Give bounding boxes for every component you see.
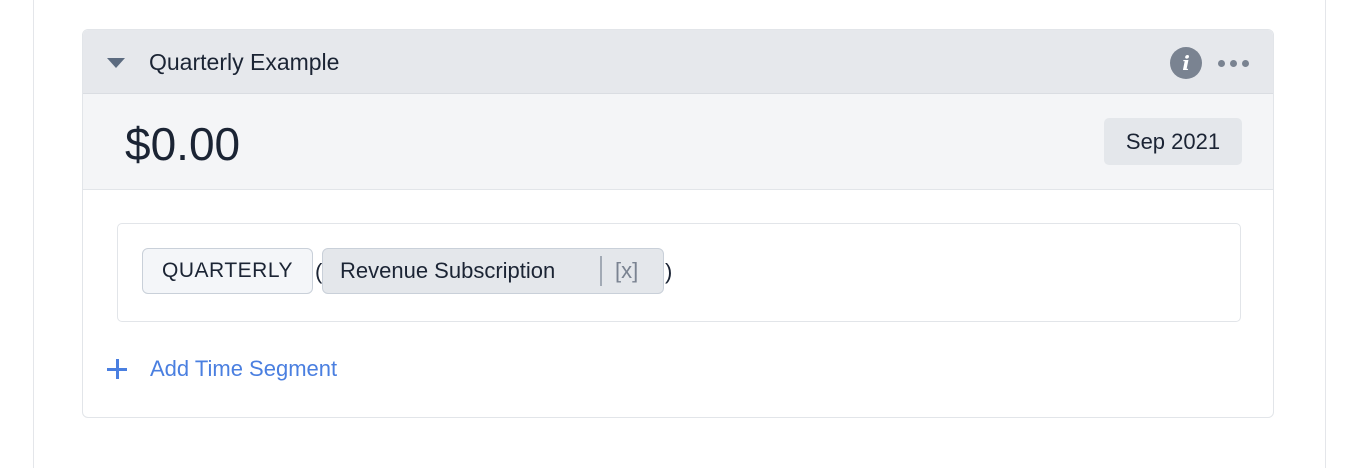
more-horizontal-icon[interactable] xyxy=(1216,56,1252,70)
argument-token[interactable]: Revenue Subscription [x] xyxy=(322,248,664,294)
remove-argument-button[interactable]: [x] xyxy=(615,257,638,285)
period-selector[interactable]: Sep 2021 xyxy=(1104,118,1242,165)
formula-editor[interactable]: QUARTERLY ( Revenue Subscription [x] ) xyxy=(117,223,1241,322)
info-icon[interactable]: i xyxy=(1170,47,1202,79)
argument-label: Revenue Subscription xyxy=(340,258,556,283)
card-title: Quarterly Example xyxy=(149,49,340,75)
card-header: Quarterly Example i xyxy=(83,30,1273,94)
close-paren: ) xyxy=(665,259,673,284)
summary-section: $0.00 Sep 2021 xyxy=(83,94,1273,190)
plus-icon xyxy=(107,359,127,379)
more-dot xyxy=(1218,60,1225,67)
argument-divider xyxy=(600,256,602,286)
function-token[interactable]: QUARTERLY xyxy=(142,248,313,294)
metric-value: $0.00 xyxy=(125,118,241,170)
metric-card: Quarterly Example i $0.00 Sep 2021 QUART… xyxy=(82,29,1274,418)
add-time-segment-label: Add Time Segment xyxy=(150,356,338,381)
caret-down-icon[interactable] xyxy=(107,58,125,68)
more-dot xyxy=(1242,60,1249,67)
more-dot xyxy=(1230,60,1237,67)
